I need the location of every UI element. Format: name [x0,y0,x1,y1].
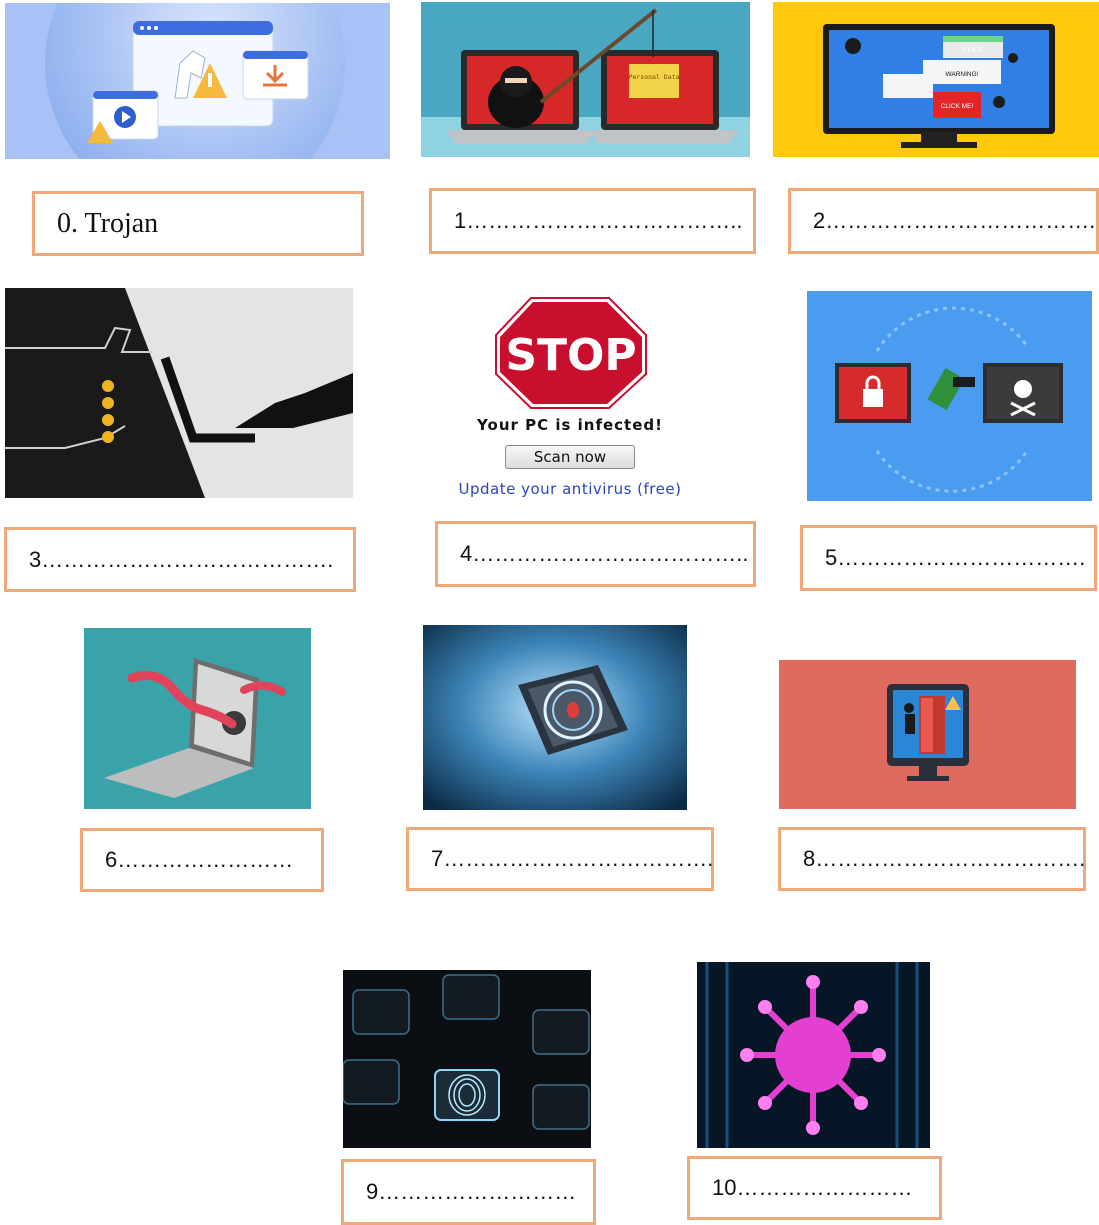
worm-illustration [84,628,311,809]
scan-now-button[interactable]: Scan now [505,445,635,469]
stop-sign-icon: STOP [495,297,647,409]
virus-illustration [697,962,930,1148]
answer-box-0[interactable]: 0. Trojan [32,191,364,256]
fake-antivirus-popup: STOP Your PC is infected! Scan now Updat… [420,290,720,505]
answer-label: 7………………………………. [431,846,714,871]
answer-box-4[interactable]: 4……………………………….. [435,521,756,587]
update-antivirus-link[interactable]: Update your antivirus (free) [420,480,720,498]
answer-box-8[interactable]: 8………………………………. [778,827,1086,891]
click-text: CLICK [963,47,984,54]
answer-label: 9……………………… [366,1179,577,1204]
stop-sign-text: STOP [505,330,636,381]
answer-box-6[interactable]: 6…………………… [80,828,324,892]
answer-box-9[interactable]: 9……………………… [341,1159,596,1225]
answer-label: 3…………………………………. [29,546,334,572]
answer-label: 6…………………… [105,847,294,872]
backdoor-illustration [779,660,1076,809]
answer-label: 0. Trojan [57,207,159,239]
trojan-illustration [5,3,390,159]
answer-box-2[interactable]: 2………………………………. [788,188,1099,254]
answer-box-3[interactable]: 3…………………………………. [4,527,356,592]
answer-box-1[interactable]: 1……………………………….. [429,188,756,254]
answer-box-5[interactable]: 5……………………………. [800,525,1097,591]
warning-text: WARNING! [946,71,979,78]
answer-label: 8………………………………. [803,846,1086,871]
hacker-hands-illustration [5,288,353,498]
adware-illustration: CLICK WARNING! CLICK ME! [773,2,1099,157]
answer-label: 1……………………………….. [454,208,743,233]
answer-label: 5……………………………. [825,545,1086,570]
click-me-text: CLICK ME! [941,103,974,110]
answer-label: 2………………………………. [813,208,1096,233]
phishing-illustration: Personal Data [421,2,750,157]
answer-box-7[interactable]: 7………………………………. [406,827,714,891]
fingerprint-keyboard-illustration [343,970,591,1148]
answer-label: 4……………………………….. [460,541,749,566]
chip-bug-illustration [423,625,687,810]
answer-label: 10…………………… [712,1175,913,1200]
infected-caption: Your PC is infected! [477,416,663,434]
answer-box-10[interactable]: 10…………………… [687,1156,942,1220]
ransomware-illustration [807,291,1092,501]
personal-data-text: Personal Data [629,73,680,81]
